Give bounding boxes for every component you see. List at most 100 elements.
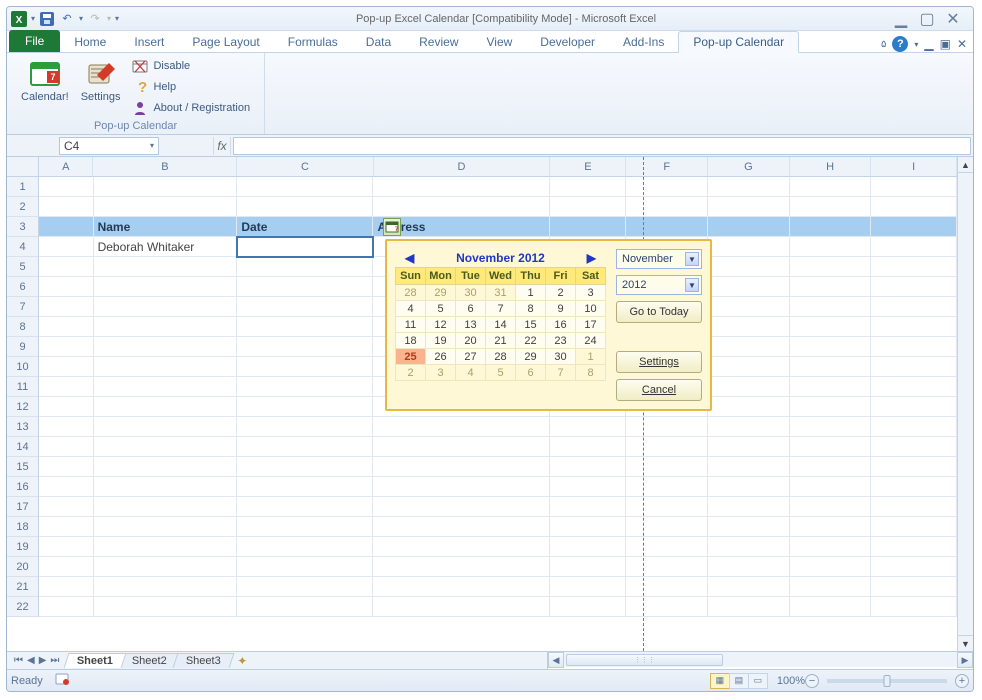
cell-B1[interactable] [94,177,238,197]
column-header-F[interactable]: F [626,157,708,177]
calendar-day[interactable]: 5 [486,365,516,381]
cell-H3[interactable] [790,217,872,237]
calendar-day[interactable]: 7 [546,365,576,381]
cell-C5[interactable] [237,257,373,277]
cell-D1[interactable] [373,177,550,197]
normal-view-button[interactable]: ▦ [710,673,730,689]
calendar-day[interactable]: 9 [546,301,576,317]
row-header-18[interactable]: 18 [7,517,39,537]
cell-C12[interactable] [237,397,373,417]
cell-B3[interactable]: Name [94,217,238,237]
cell-I17[interactable] [871,497,957,517]
cell-H17[interactable] [790,497,872,517]
cell-G12[interactable] [708,397,790,417]
cell-G3[interactable] [708,217,790,237]
row-header-7[interactable]: 7 [7,297,39,317]
cell-E21[interactable] [550,577,626,597]
cell-G14[interactable] [708,437,790,457]
cell-G17[interactable] [708,497,790,517]
tab-insert[interactable]: Insert [120,32,178,52]
calendar-day[interactable]: 26 [426,349,456,365]
cell-C9[interactable] [237,337,373,357]
ribbon-minimize-icon[interactable]: ۵ [881,39,886,50]
cell-C20[interactable] [237,557,373,577]
cell-A3[interactable] [39,217,94,237]
cell-H18[interactable] [790,517,872,537]
cell-F13[interactable] [626,417,708,437]
calendar-day[interactable]: 10 [576,301,606,317]
calendar-day[interactable]: 4 [396,301,426,317]
tab-page-layout[interactable]: Page Layout [178,32,273,52]
cell-F3[interactable] [626,217,708,237]
cell-C22[interactable] [237,597,373,617]
cell-G13[interactable] [708,417,790,437]
cell-E20[interactable] [550,557,626,577]
calendar-day[interactable]: 18 [396,333,426,349]
calendar-day[interactable]: 17 [576,317,606,333]
cell-A1[interactable] [39,177,94,197]
cell-B20[interactable] [94,557,238,577]
cell-I5[interactable] [871,257,957,277]
next-month-button[interactable]: ▶ [581,251,602,265]
undo-dropdown-icon[interactable]: ▾ [79,14,83,23]
cell-A7[interactable] [39,297,94,317]
formula-input[interactable] [233,137,971,155]
cell-F14[interactable] [626,437,708,457]
cell-E14[interactable] [550,437,626,457]
cell-A12[interactable] [39,397,94,417]
calendar-day[interactable]: 12 [426,317,456,333]
cell-H4[interactable] [790,237,872,257]
page-layout-view-button[interactable]: ▤ [729,673,749,689]
calendar-day[interactable]: 19 [426,333,456,349]
redo-dropdown-icon[interactable]: ▾ [107,14,111,23]
column-header-I[interactable]: I [871,157,957,177]
calendar-day[interactable]: 21 [486,333,516,349]
cell-H8[interactable] [790,317,872,337]
calendar-button[interactable]: 7 Calendar! [15,55,75,118]
calendar-day[interactable]: 8 [576,365,606,381]
cell-H22[interactable] [790,597,872,617]
cell-I3[interactable] [871,217,957,237]
cell-A16[interactable] [39,477,94,497]
cell-H16[interactable] [790,477,872,497]
cell-I14[interactable] [871,437,957,457]
cell-G22[interactable] [708,597,790,617]
cell-D19[interactable] [373,537,550,557]
cell-C4[interactable] [237,237,373,257]
cell-D15[interactable] [373,457,550,477]
close-button[interactable]: ✕ [945,11,961,27]
scroll-up-arrow[interactable]: ▲ [958,157,973,173]
cell-C1[interactable] [237,177,373,197]
calendar-day[interactable]: 6 [516,365,546,381]
cell-H1[interactable] [790,177,872,197]
cell-H15[interactable] [790,457,872,477]
zoom-slider[interactable] [827,679,947,683]
cell-D13[interactable] [373,417,550,437]
tab-home[interactable]: Home [60,32,120,52]
calendar-day[interactable]: 27 [456,349,486,365]
cell-F22[interactable] [626,597,708,617]
calendar-day[interactable]: 20 [456,333,486,349]
cell-D16[interactable] [373,477,550,497]
cell-H2[interactable] [790,197,872,217]
cell-A4[interactable] [39,237,94,257]
cell-E18[interactable] [550,517,626,537]
cell-C3[interactable]: Date [237,217,373,237]
calendar-cell-marker[interactable]: 7 [383,218,401,236]
cell-C19[interactable] [237,537,373,557]
cell-I22[interactable] [871,597,957,617]
redo-icon[interactable]: ↷ [87,11,103,27]
cell-D14[interactable] [373,437,550,457]
cell-H21[interactable] [790,577,872,597]
column-header-H[interactable]: H [790,157,872,177]
cell-G18[interactable] [708,517,790,537]
cell-I10[interactable] [871,357,957,377]
cell-G21[interactable] [708,577,790,597]
calendar-day[interactable]: 3 [426,365,456,381]
next-sheet-button[interactable]: ▶ [38,655,48,666]
row-header-19[interactable]: 19 [7,537,39,557]
row-header-20[interactable]: 20 [7,557,39,577]
cell-C15[interactable] [237,457,373,477]
tab-data[interactable]: Data [352,32,405,52]
cell-H14[interactable] [790,437,872,457]
